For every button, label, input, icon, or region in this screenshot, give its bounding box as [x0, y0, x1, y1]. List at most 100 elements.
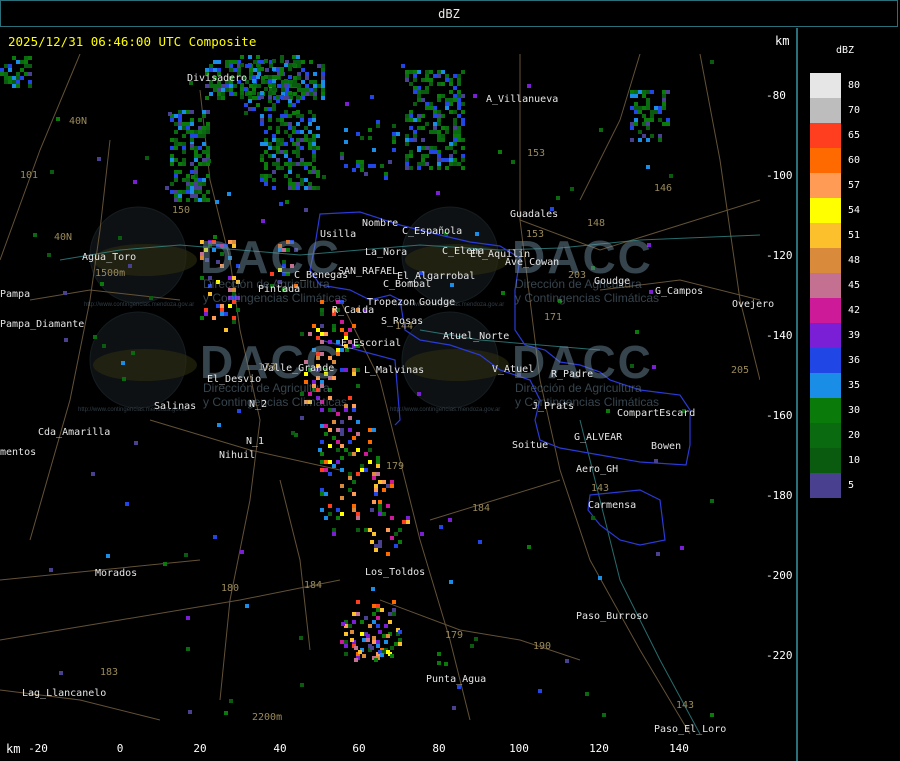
legend-label: 60 — [848, 155, 861, 166]
place-label: Nihuil — [219, 450, 256, 461]
route-label: 180 — [221, 583, 240, 594]
legend-swatch — [810, 473, 841, 498]
x-tick: 60 — [352, 742, 366, 755]
x-tick: 40 — [273, 742, 287, 755]
watermark-url: http://www.contingencias.mendoza.gov.ar — [84, 302, 195, 308]
place-label: L_Malvinas — [364, 365, 425, 376]
place-label: Atuel_Norte — [443, 331, 510, 342]
axis-unit-right: km — [775, 34, 790, 48]
place-label: Nombre — [362, 218, 399, 229]
place-label: Punta_Agua — [426, 674, 487, 685]
route-label: 203 — [568, 270, 587, 281]
legend-swatch — [810, 348, 841, 373]
legend-label: 51 — [848, 230, 861, 241]
route-label: 179 — [386, 461, 405, 472]
y-tick: -140 — [766, 329, 793, 342]
route-label: 183 — [100, 667, 119, 678]
place-label: Divisadero — [187, 73, 248, 84]
route-label: 148 — [587, 218, 606, 229]
place-label: N_1 — [246, 436, 265, 447]
place-label: El_Desvio — [207, 374, 262, 385]
legend-label: 36 — [848, 355, 861, 366]
axis-unit-bottom: km — [6, 742, 21, 756]
route-label: 144 — [395, 321, 414, 332]
route-label: 153 — [527, 148, 546, 159]
place-label: R_Padre — [551, 369, 594, 380]
y-tick: -220 — [766, 649, 793, 662]
place-label: Ave_Cowan — [505, 257, 560, 268]
place-label: Lag_Llancanelo — [22, 688, 107, 699]
legend-label: 35 — [848, 380, 861, 391]
place-label: Paso_El_Loro — [654, 724, 727, 735]
x-tick: 20 — [193, 742, 207, 755]
legend-swatch — [810, 373, 841, 398]
route-label: 150 — [172, 205, 191, 216]
legend-label: 30 — [848, 405, 861, 416]
route-label: 205 — [731, 365, 750, 376]
place-label: Carmensa — [588, 500, 637, 511]
place-label: Goudge — [594, 276, 631, 287]
place-label: Bowen — [651, 441, 682, 452]
title-label: dBZ — [438, 6, 460, 21]
place-label: Guadales — [510, 209, 559, 220]
x-tick: 100 — [509, 742, 529, 755]
legend-title: dBZ — [836, 45, 855, 56]
place-label: Pampa — [0, 289, 31, 300]
place-label: C_Bombal — [383, 279, 432, 290]
place-label: mentos — [0, 447, 37, 458]
place-label: J_Prats — [532, 401, 575, 412]
place-label: Tropezon — [367, 297, 416, 308]
route-label: 2200m — [252, 712, 283, 723]
legend-label: 10 — [848, 455, 861, 466]
y-tick: -160 — [766, 409, 793, 422]
legend-swatch — [810, 423, 841, 448]
route-label: 40N — [54, 232, 73, 243]
route-label: 101 — [20, 170, 39, 181]
place-label: Cda_Amarilla — [38, 427, 111, 438]
legend-swatch — [810, 123, 841, 148]
legend-label: 5 — [848, 480, 855, 491]
route-label: 173 — [258, 362, 277, 373]
legend-swatch — [810, 398, 841, 423]
route-label: 179 — [445, 630, 464, 641]
route-label: 146 — [654, 183, 673, 194]
legend-swatch — [810, 298, 841, 323]
place-label: Pampa_Diamante — [0, 319, 85, 330]
place-label: G_Campos — [655, 286, 704, 297]
y-tick: -200 — [766, 569, 793, 582]
place-label: C_Benegas — [294, 270, 349, 281]
y-tick: -180 — [766, 489, 793, 502]
place-label: C_Española — [402, 226, 463, 237]
route-label: 184 — [472, 503, 491, 514]
route-label: 153 — [526, 229, 545, 240]
legend-label: 20 — [848, 430, 861, 441]
watermark-url: http://www.contingencias.mendoza.gov.ar — [390, 407, 501, 413]
place-label: Paso_Burroso — [576, 611, 649, 622]
route-label: 190 — [533, 641, 552, 652]
legend-label: 42 — [848, 305, 861, 316]
route-label: 40N — [69, 116, 88, 127]
y-tick: -120 — [766, 249, 793, 262]
legend-label: 65 — [848, 130, 861, 141]
place-label: La_Nora — [365, 247, 408, 258]
legend-swatch — [810, 448, 841, 473]
legend-label: 70 — [848, 105, 861, 116]
place-label: N_2 — [249, 399, 268, 410]
place-label: Soitue — [512, 440, 549, 451]
legend-swatch — [810, 98, 841, 123]
legend-swatch — [810, 173, 841, 198]
legend-swatch — [810, 198, 841, 223]
watermark-line1: Dirección de Agricultura y Contingencias … — [203, 381, 348, 409]
legend-label: 80 — [848, 80, 861, 91]
x-tick: 120 — [589, 742, 609, 755]
y-tick: -80 — [766, 89, 786, 102]
place-label: Pintada — [258, 284, 301, 295]
place-label: Agua_Toro — [82, 252, 137, 263]
place-label: Morados — [95, 568, 138, 579]
place-label: Salinas — [154, 401, 197, 412]
legend-swatch — [810, 323, 841, 348]
legend-swatch — [810, 148, 841, 173]
x-tick: 140 — [669, 742, 689, 755]
route-label: 184 — [304, 580, 323, 591]
legend-swatch — [810, 73, 841, 98]
